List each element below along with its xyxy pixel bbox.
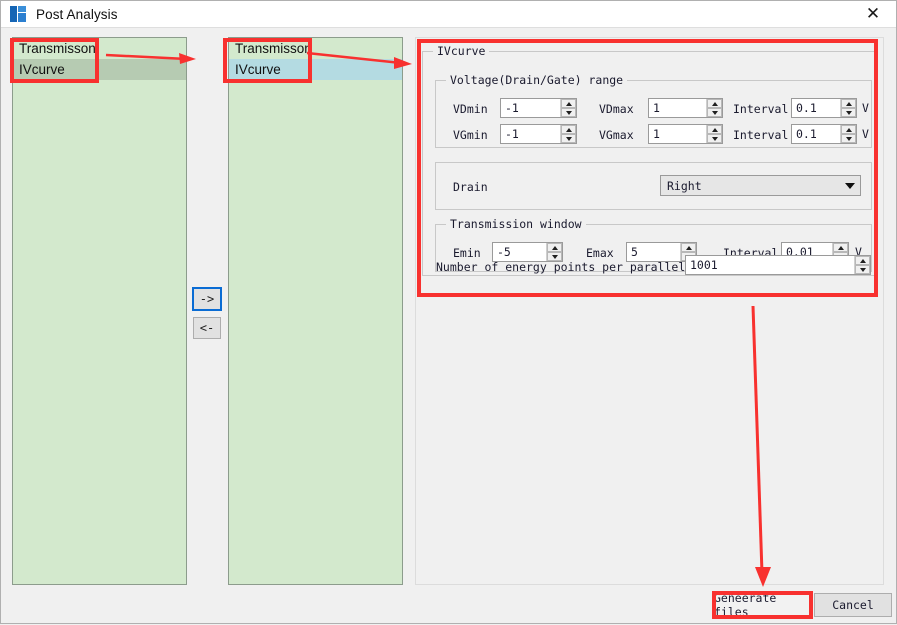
vd-interval-label: Interval — [733, 101, 788, 117]
vgmax-label: VGmax — [599, 127, 634, 143]
list-item[interactable]: IVcurve — [13, 59, 186, 80]
energy-points-stepper[interactable]: 1001 — [685, 255, 871, 275]
vdmin-stepper[interactable]: -1 — [500, 98, 577, 118]
spin-down-icon[interactable] — [707, 108, 722, 117]
spin-down-icon[interactable] — [855, 265, 870, 274]
vg-interval-unit: V — [862, 127, 869, 141]
spin-up-icon[interactable] — [561, 125, 576, 134]
drain-label: Drain — [453, 179, 488, 195]
list-item[interactable]: IVcurve — [229, 59, 402, 80]
spin-up-icon[interactable] — [841, 99, 856, 108]
vgmax-value[interactable]: 1 — [649, 125, 706, 143]
vdmax-stepper[interactable]: 1 — [648, 98, 723, 118]
drain-select[interactable]: Right — [660, 175, 861, 196]
spin-down-icon[interactable] — [561, 108, 576, 117]
vgmin-value[interactable]: -1 — [501, 125, 560, 143]
vg-interval-value[interactable]: 0.1 — [792, 125, 840, 143]
chosen-items-list[interactable]: Transmisson IVcurve — [228, 37, 403, 585]
vd-interval-value[interactable]: 0.1 — [792, 99, 840, 117]
vgmin-stepper[interactable]: -1 — [500, 124, 577, 144]
energy-points-label: Number of energy points per parallel job — [436, 259, 713, 275]
spin-up-icon[interactable] — [561, 99, 576, 108]
settings-panel: IVcurve Voltage(Drain/Gate) range VDmin … — [415, 37, 884, 585]
spin-up-icon[interactable] — [855, 256, 870, 265]
spin-up-icon[interactable] — [833, 243, 848, 252]
add-item-button[interactable]: -> — [193, 288, 221, 310]
vdmin-spin-arrows[interactable] — [560, 99, 576, 117]
page-title: Post Analysis — [36, 7, 118, 22]
transmission-window-group-title: Transmission window — [446, 217, 586, 231]
vd-interval-unit: V — [862, 101, 869, 115]
spin-down-icon[interactable] — [561, 134, 576, 143]
spin-down-icon[interactable] — [707, 134, 722, 143]
ivcurve-group-title: IVcurve — [433, 44, 489, 58]
available-items-list[interactable]: Transmisson IVcurve — [12, 37, 187, 585]
ivcurve-group: IVcurve Voltage(Drain/Gate) range VDmin … — [422, 51, 877, 276]
title-bar: Post Analysis ✕ — [1, 1, 896, 28]
energy-points-spin-arrows[interactable] — [854, 256, 870, 274]
vgmax-spin-arrows[interactable] — [706, 125, 722, 143]
spin-down-icon[interactable] — [841, 108, 856, 117]
vgmax-stepper[interactable]: 1 — [648, 124, 723, 144]
chevron-down-icon[interactable] — [840, 181, 860, 191]
vdmax-spin-arrows[interactable] — [706, 99, 722, 117]
cancel-button[interactable]: Cancel — [814, 593, 892, 617]
voltage-range-group: Voltage(Drain/Gate) range VDmin -1 VDmax… — [435, 80, 872, 148]
voltage-range-group-title: Voltage(Drain/Gate) range — [446, 73, 627, 87]
list-item[interactable]: Transmisson — [13, 38, 186, 59]
app-logo-icon — [10, 6, 26, 22]
spin-up-icon[interactable] — [707, 125, 722, 134]
generate-files-button[interactable]: Geneerate files — [713, 593, 811, 617]
vg-interval-stepper[interactable]: 0.1 — [791, 124, 857, 144]
drain-selected-value: Right — [661, 179, 840, 193]
vg-interval-spin-arrows[interactable] — [840, 125, 856, 143]
vd-interval-spin-arrows[interactable] — [840, 99, 856, 117]
spin-up-icon[interactable] — [707, 99, 722, 108]
vg-interval-label: Interval — [733, 127, 788, 143]
vdmin-label: VDmin — [453, 101, 488, 117]
close-icon[interactable]: ✕ — [850, 1, 896, 26]
vgmin-label: VGmin — [453, 127, 488, 143]
list-item[interactable]: Transmisson — [229, 38, 402, 59]
vdmax-value[interactable]: 1 — [649, 99, 706, 117]
vgmin-spin-arrows[interactable] — [560, 125, 576, 143]
post-analysis-dialog: Post Analysis ✕ Transmisson IVcurve Tran… — [0, 0, 897, 624]
spin-up-icon[interactable] — [547, 243, 562, 252]
vdmax-label: VDmax — [599, 101, 634, 117]
spin-up-icon[interactable] — [681, 243, 696, 252]
energy-points-value[interactable]: 1001 — [686, 256, 854, 274]
vdmin-value[interactable]: -1 — [501, 99, 560, 117]
vd-interval-stepper[interactable]: 0.1 — [791, 98, 857, 118]
drain-group: Drain Right — [435, 162, 872, 210]
remove-item-button[interactable]: <- — [193, 317, 221, 339]
spin-up-icon[interactable] — [841, 125, 856, 134]
spin-down-icon[interactable] — [841, 134, 856, 143]
